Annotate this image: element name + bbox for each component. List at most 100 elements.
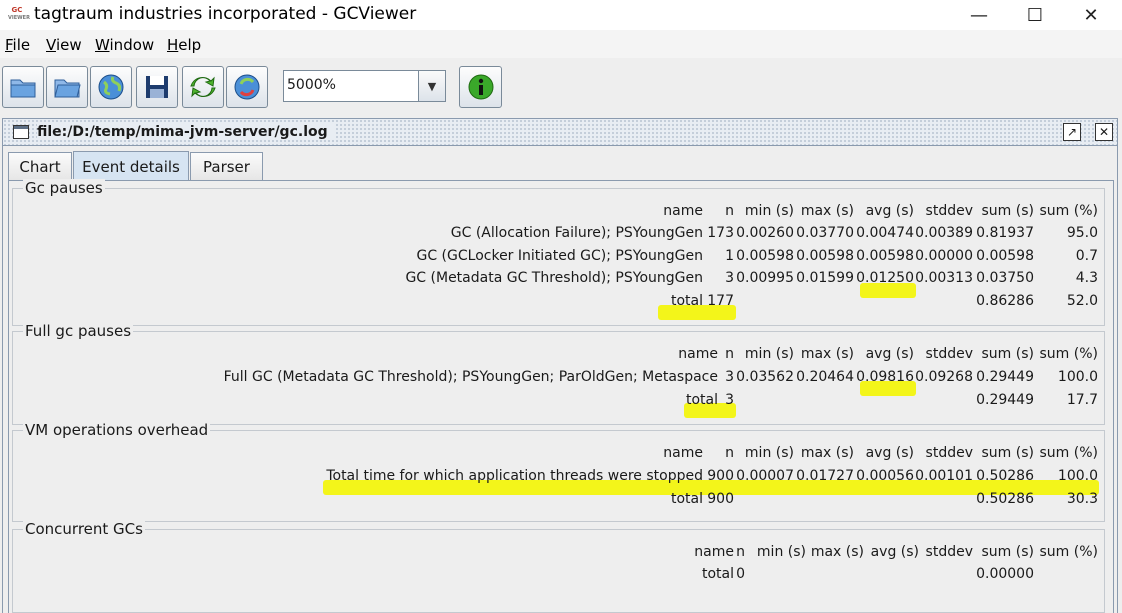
table-cell: 900 [707,468,734,484]
table-cell: 4.3 [1075,270,1098,286]
window-title: tagtraum industries incorporated - GCVie… [34,4,417,24]
close-icon: ✕ [1083,4,1099,26]
column-header: stddev [925,346,973,362]
save-icon [146,76,168,98]
column-header: avg (s) [865,346,914,362]
row-name: GC (GCLocker Initiated GC); PSYoungGen [416,247,703,264]
total-cell: 3 [725,391,734,408]
total-cell: 0.00000 [976,566,1034,582]
info-button[interactable] [459,66,502,108]
column-header: name [678,346,718,362]
internal-frame-title: file:/D:/temp/mima-jvm-server/gc.log [37,124,334,140]
menu-help[interactable]: Help [167,36,201,54]
menu-view[interactable]: View [46,36,82,54]
table-cell: 0.01250 [856,270,914,286]
zoom-combobox[interactable]: 5000% ▼ [283,70,446,102]
table-cell: 0.00007 [736,468,794,484]
column-header: min (s) [744,346,794,362]
menu-window[interactable]: Window [95,36,154,54]
minimize-button[interactable]: — [956,0,1002,30]
chevron-down-icon[interactable]: ▼ [418,71,445,101]
column-header: sum (%) [1039,203,1098,219]
column-header: n [725,346,734,362]
total-cell: 177 [707,292,734,309]
restore-frame-button[interactable]: ↗ [1063,123,1081,141]
table-cell: 0.03562 [736,369,794,385]
table-cell: 0.00000 [915,247,973,264]
column-header: sum (s) [981,346,1034,362]
column-header: avg (s) [870,544,919,560]
column-header: avg (s) [865,445,914,461]
table-cell: 1 [725,247,734,264]
row-name: Total time for which application threads… [326,468,703,484]
maximize-button[interactable]: ☐ [1012,0,1058,30]
column-header: min (s) [756,544,806,560]
tab-parser[interactable]: Parser [190,152,263,180]
column-header: stddev [925,544,973,560]
table-cell: 95.0 [1066,225,1098,241]
tab-event-details[interactable]: Event details [73,151,189,181]
table-cell: 0.00598 [796,247,854,264]
total-cell: 52.0 [1066,292,1098,309]
table-cell: 100.0 [1057,468,1098,484]
table-cell: 0.03770 [796,225,854,241]
column-header: n [725,203,734,219]
total-label: total [701,566,734,582]
column-header: max (s) [810,544,864,560]
restore-icon: ↗ [1066,125,1078,139]
section-title: Full gc pauses [23,322,134,340]
refresh-button[interactable] [182,66,224,108]
table-cell: 0.50286 [976,468,1034,484]
internal-frame-title-bar: file:/D:/temp/mima-jvm-server/gc.log ↗ ✕ [2,118,1118,146]
column-header: stddev [925,445,973,461]
minimize-icon: — [970,4,988,26]
open-folder-button[interactable] [46,66,88,108]
total-label: total [685,391,718,408]
column-header: max (s) [800,445,854,461]
column-header: stddev [925,203,973,219]
watch-icon [234,74,260,100]
table-cell: 0.00598 [736,247,794,264]
open-folder-icon [54,79,81,98]
save-button[interactable] [136,66,178,108]
table-cell: 0.01727 [796,468,854,484]
tab-chart[interactable]: Chart [8,152,72,180]
total-cell: 17.7 [1066,391,1098,408]
window-title-bar: GC VIEWER tagtraum industries incorporat… [0,0,1122,30]
total-label: total [670,490,703,507]
refresh-icon [190,76,216,98]
app-icon-text: GC [11,6,23,14]
close-window-button[interactable]: ✕ [1068,0,1114,30]
column-header: max (s) [800,203,854,219]
watch-button[interactable] [226,66,268,108]
open-url-button[interactable] [90,66,132,108]
menu-bar: File View Window Help [0,30,1122,58]
section-concurrent-gcs: Concurrent GCs [12,520,1105,613]
total-cell: 0 [736,566,745,582]
table-cell: 0.00995 [736,270,794,286]
total-cell: 0.29449 [976,391,1034,408]
column-header: name [663,203,703,219]
column-header: name [694,544,734,560]
zoom-value: 5000% [287,77,336,93]
table-cell: 0.29449 [976,369,1034,385]
table-cell: 0.00598 [856,247,914,264]
menu-file[interactable]: File [5,36,30,54]
table-cell: 0.20464 [796,369,854,385]
close-frame-button[interactable]: ✕ [1095,123,1113,141]
table-cell: 3 [725,369,734,385]
row-name: Full GC (Metadata GC Threshold); PSYoung… [223,369,718,385]
table-cell: 0.81937 [976,225,1034,241]
total-cell: 0.86286 [976,292,1034,309]
column-header: min (s) [744,445,794,461]
column-header: sum (%) [1039,346,1098,362]
column-header: n [725,445,734,461]
info-icon [468,74,493,100]
table-cell: 0.03750 [976,270,1034,286]
table-cell: 0.00598 [976,247,1034,264]
document-icon [13,125,29,139]
column-header: sum (s) [981,544,1034,560]
open-file-button[interactable] [2,66,44,108]
column-header: max (s) [800,346,854,362]
table-cell: 0.00260 [736,225,794,241]
